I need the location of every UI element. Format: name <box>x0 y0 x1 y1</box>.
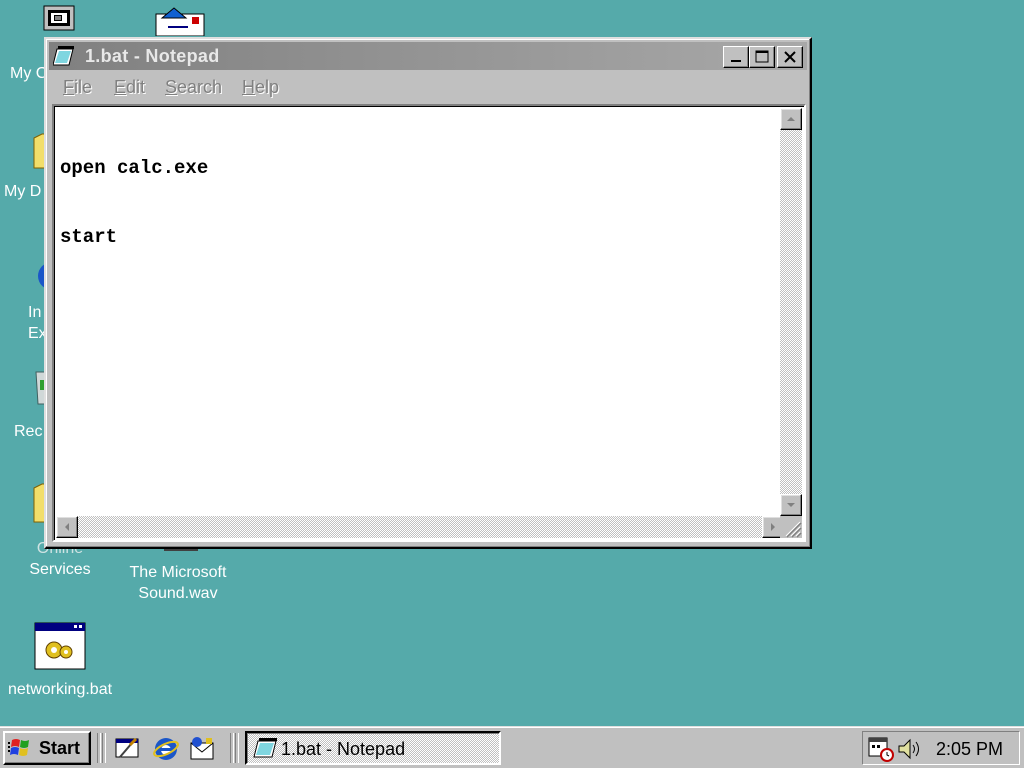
arrow-left-icon <box>65 523 69 531</box>
editor-line: start <box>60 226 118 248</box>
outlook-express-icon[interactable] <box>188 735 216 763</box>
minimize-icon <box>731 60 741 62</box>
desktop-icon-label: My D <box>4 183 42 200</box>
close-icon <box>784 51 796 63</box>
menu-bar: File Edit Search Help <box>49 73 807 101</box>
close-button[interactable] <box>777 46 803 68</box>
editor-line: open calc.exe <box>60 157 209 179</box>
title-bar[interactable]: 1.bat - Notepad <box>49 42 807 70</box>
window-title: 1.bat - Notepad <box>85 46 220 66</box>
horizontal-scrollbar[interactable] <box>56 516 784 538</box>
menu-edit[interactable]: Edit <box>114 77 145 97</box>
resize-grip-icon <box>785 521 802 538</box>
notepad-window[interactable]: 1.bat - Notepad File Edit Search Help op… <box>44 37 812 549</box>
show-desktop-icon[interactable] <box>114 735 142 763</box>
taskbar-separator <box>235 733 239 763</box>
scroll-up-button[interactable] <box>780 108 802 130</box>
desktop-icon-inbox[interactable] <box>120 4 240 36</box>
notepad-icon <box>53 46 74 66</box>
desktop-icon-label: My C <box>10 65 48 82</box>
taskbar-button-notepad[interactable]: 1.bat - Notepad <box>245 731 501 765</box>
system-tray: 2:05 PM <box>862 731 1020 765</box>
desktop-icon-label-line2: Services <box>29 561 91 578</box>
desktop-icon-label: The Microsoft <box>129 564 227 581</box>
my-computer-icon <box>43 5 75 31</box>
menu-file[interactable]: File <box>63 77 92 97</box>
vertical-scrollbar[interactable] <box>780 108 802 516</box>
minimize-button[interactable] <box>723 46 749 68</box>
editor-content[interactable]: open calc.exe start <box>60 111 208 295</box>
start-label: Start <box>39 738 81 758</box>
scroll-left-button[interactable] <box>56 516 78 538</box>
inbox-icon <box>155 7 205 36</box>
menu-help[interactable]: Help <box>242 77 279 97</box>
maximize-icon <box>755 50 769 63</box>
taskbar-button-label: 1.bat - Notepad <box>281 739 406 759</box>
internet-explorer-icon[interactable] <box>152 735 180 763</box>
taskbar-separator <box>97 733 101 763</box>
windows-logo-icon <box>8 739 29 756</box>
desktop-icon-sound-file[interactable]: The Microsoft Sound.wav <box>118 540 238 606</box>
start-button[interactable]: Start <box>3 731 91 765</box>
scroll-down-button[interactable] <box>780 494 802 516</box>
taskbar-separator <box>102 733 106 763</box>
desktop-icon-label-line2: Sound.wav <box>138 585 218 602</box>
text-editor[interactable]: open calc.exe start <box>52 104 806 542</box>
desktop-icon-label: Rec <box>14 423 43 440</box>
volume-icon[interactable] <box>897 737 923 761</box>
maximize-button[interactable] <box>749 46 775 68</box>
clock[interactable]: 2:05 PM <box>936 739 1003 759</box>
notepad-icon <box>253 738 277 758</box>
scheduler-icon[interactable] <box>867 736 895 762</box>
taskbar-separator <box>230 733 234 763</box>
batch-file-icon <box>34 622 86 670</box>
taskbar: Start 1.bat - Notepad 2:05 PM <box>0 726 1024 768</box>
menu-search[interactable]: Search <box>165 77 222 97</box>
resize-grip[interactable] <box>780 516 802 538</box>
desktop-icon-label: networking.bat <box>7 681 113 698</box>
arrow-down-icon <box>787 503 795 507</box>
arrow-up-icon <box>787 117 795 121</box>
desktop-icon-networking-bat[interactable]: networking.bat <box>0 620 120 704</box>
